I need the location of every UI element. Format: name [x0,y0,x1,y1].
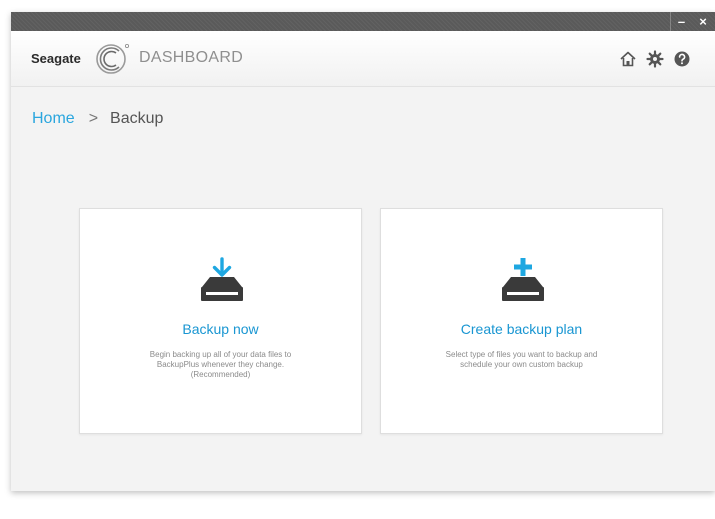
close-button[interactable]: × [692,12,714,31]
description-line: BackupPlus whenever they change. [156,360,285,369]
brand-name: Seagate [31,51,81,66]
app-window: – × Seagate DASHBOARD Home > Backup Back… [11,12,715,491]
breadcrumb-current: Backup [110,110,164,127]
breadcrumb: Home > Backup [32,110,163,128]
description-line: schedule your own custom backup [460,360,583,369]
breadcrumb-home-link[interactable]: Home [32,110,75,128]
home-icon[interactable] [619,50,637,68]
help-icon[interactable] [673,50,691,68]
create-backup-plan-card[interactable]: Create backup plan Select type of files … [380,208,663,434]
add-drive-icon [502,258,544,301]
description-line: Select type of files you want to backup … [445,350,598,359]
title-bar[interactable]: – × [11,12,715,31]
description-line: Begin backing up all of your data files … [149,350,292,359]
seagate-logo-icon [96,44,130,74]
minimize-button[interactable]: – [670,12,692,31]
description-line: (Recommended) [190,370,251,379]
backup-now-title[interactable]: Backup now [80,321,361,337]
product-name: DASHBOARD [139,49,244,66]
create-backup-plan-description: Select type of files you want to backup … [401,350,642,370]
breadcrumb-separator: > [88,110,99,127]
app-header: Seagate DASHBOARD [11,31,715,87]
download-drive-icon [201,257,243,301]
gear-icon[interactable] [646,50,664,68]
backup-now-description: Begin backing up all of your data files … [100,350,341,380]
backup-now-card[interactable]: Backup now Begin backing up all of your … [79,208,362,434]
create-backup-plan-title[interactable]: Create backup plan [381,321,662,337]
